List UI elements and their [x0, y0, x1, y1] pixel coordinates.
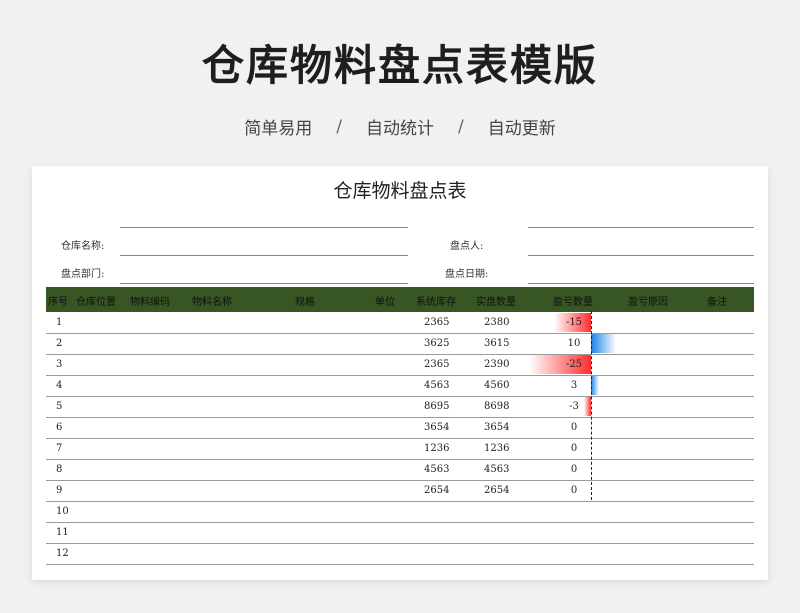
counter-field[interactable]: [528, 255, 754, 256]
cell-diff-qty: -3: [569, 401, 579, 412]
cell-no: 3: [56, 359, 63, 370]
cell-system-stock: 2654: [424, 485, 450, 496]
cell-no: 11: [56, 527, 69, 538]
col-location: 仓库位置: [76, 297, 116, 308]
cell-actual-qty: 4563: [484, 464, 510, 475]
cell-no: 1: [56, 317, 63, 328]
page-title: 仓库物料盘点表模版: [201, 41, 598, 90]
table-row: 10: [46, 501, 754, 523]
spreadsheet-card: 仓库物料盘点表 仓库名称: 盘点人: 盘点部门: 盘点日期: 序号 仓库位置 物…: [32, 166, 768, 580]
cell-no: 8: [56, 464, 63, 475]
warehouse-name-label: 仓库名称:: [61, 241, 105, 252]
cell-no: 6: [56, 422, 63, 433]
department-label: 盘点部门:: [61, 269, 105, 280]
cell-diff-qty: 0: [570, 422, 578, 433]
table-row: 1 2365 2380 -15: [46, 312, 754, 334]
cell-actual-qty: 1236: [484, 443, 510, 454]
cell-diff-qty: -15: [565, 317, 583, 328]
cell-actual-qty: 4560: [484, 380, 510, 391]
col-code: 物料编码: [130, 297, 170, 308]
col-diff-reason: 盈亏原因: [628, 297, 668, 308]
date-label: 盘点日期:: [445, 269, 489, 280]
cell-actual-qty: 2390: [484, 359, 510, 370]
table-row: 9 2654 2654 0: [46, 480, 754, 502]
cell-actual-qty: 3654: [484, 422, 510, 433]
cell-system-stock: 4563: [424, 380, 450, 391]
cell-system-stock: 3654: [424, 422, 450, 433]
cell-actual-qty: 8698: [484, 401, 510, 412]
col-unit: 单位: [375, 297, 395, 308]
cell-no: 9: [56, 485, 63, 496]
col-name: 物料名称: [192, 297, 232, 308]
cell-no: 2: [56, 338, 63, 349]
table-row: 7 1236 1236 0: [46, 438, 754, 460]
table-row: 11: [46, 522, 754, 544]
cell-diff-qty: -25: [565, 359, 583, 370]
table-row: 5 8695 8698 -3: [46, 396, 754, 418]
col-no: 序号: [48, 297, 68, 308]
col-remark: 备注: [707, 297, 727, 308]
cell-diff-qty: 0: [570, 443, 578, 454]
cell-system-stock: 2365: [424, 359, 450, 370]
cell-diff-qty: 0: [570, 464, 578, 475]
diff-zero-axis: [591, 311, 592, 500]
tag-auto-update: 自动更新: [487, 119, 556, 139]
cell-actual-qty: 3615: [484, 338, 510, 349]
table-row: 3 2365 2390 -25: [46, 354, 754, 376]
sheet-title: 仓库物料盘点表: [333, 180, 467, 202]
cell-no: 10: [56, 506, 69, 517]
cell-system-stock: 4563: [424, 464, 450, 475]
tag-auto-stats: 自动统计: [366, 119, 434, 139]
tag-easy: 简单易用: [244, 119, 313, 139]
warehouse-name-field[interactable]: [120, 255, 408, 256]
cell-diff-qty: 0: [570, 485, 578, 496]
cell-system-stock: 2365: [424, 317, 450, 328]
cell-diff-qty: 10: [567, 338, 581, 349]
date-field[interactable]: [528, 283, 754, 284]
cell-diff-qty: 3: [570, 380, 578, 391]
table-row: 6 3654 3654 0: [46, 417, 754, 439]
cell-system-stock: 8695: [424, 401, 450, 412]
cell-no: 5: [56, 401, 63, 412]
tag-separator: /: [336, 116, 342, 137]
cell-actual-qty: 2380: [484, 317, 510, 328]
feature-tags: 简单易用 / 自动统计 / 自动更新: [0, 114, 800, 140]
col-actual-qty: 实盘数量: [476, 297, 516, 308]
top-line-left: [120, 227, 408, 228]
cell-no: 7: [56, 443, 63, 454]
department-field[interactable]: [120, 283, 408, 284]
table-header: 序号 仓库位置 物料编码 物料名称 规格 单位 系统库存 实盘数量 盈亏数量 盈…: [46, 287, 754, 312]
cell-system-stock: 1236: [424, 443, 450, 454]
cell-system-stock: 3625: [424, 338, 450, 349]
tag-separator: /: [458, 116, 464, 137]
table-row: 12: [46, 543, 754, 565]
col-diff-qty: 盈亏数量: [553, 297, 593, 308]
cell-no: 12: [56, 548, 69, 559]
table-row: 4 4563 4560 3: [46, 375, 754, 397]
cell-no: 4: [56, 380, 63, 391]
top-line-right: [528, 227, 754, 228]
counter-label: 盘点人:: [450, 241, 484, 252]
table-row: 8 4563 4563 0: [46, 459, 754, 481]
col-spec: 规格: [295, 297, 315, 308]
table-row: 2 3625 3615 10: [46, 333, 754, 355]
cell-actual-qty: 2654: [484, 485, 510, 496]
col-system-stock: 系统库存: [416, 297, 456, 308]
